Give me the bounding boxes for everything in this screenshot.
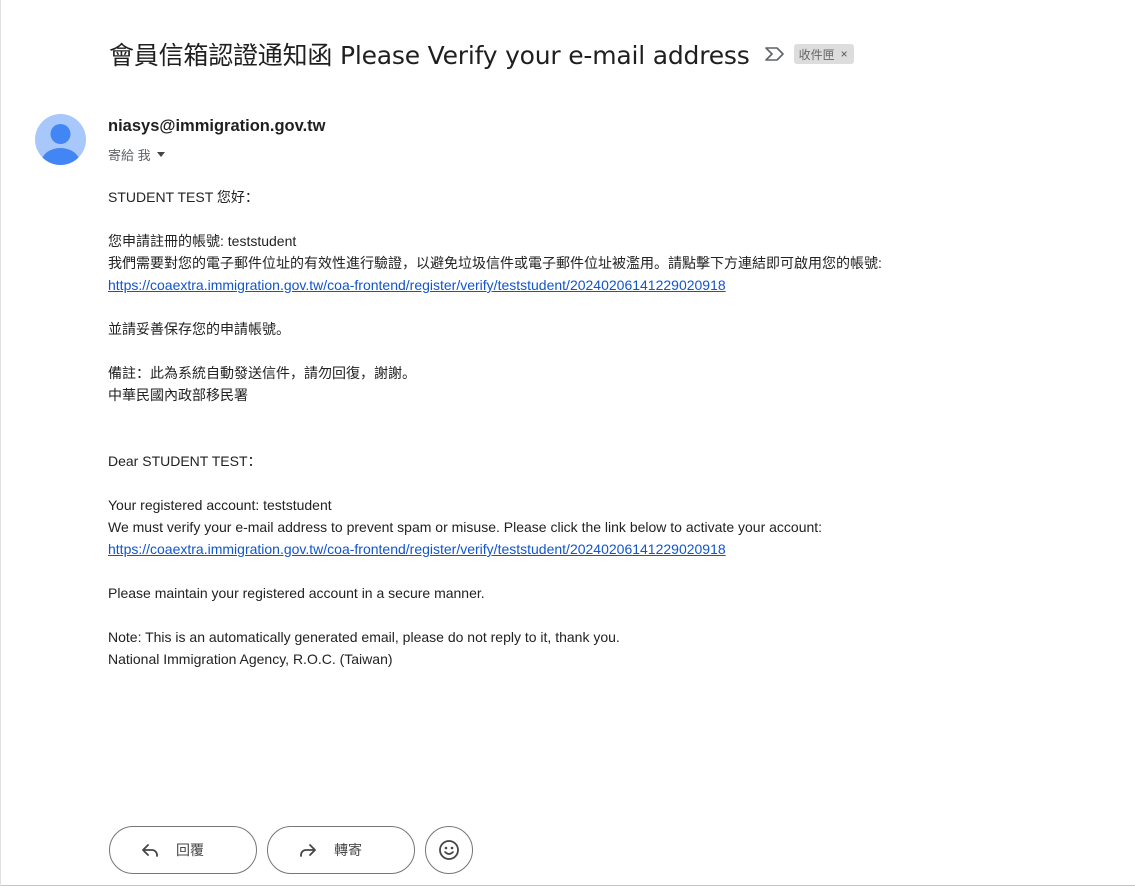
smiley-face-icon [439, 840, 459, 860]
email-subject: 會員信箱認證通知函 Please Verify your e-mail addr… [109, 41, 750, 70]
zh-keep-account-line: 並請妥善保存您的申請帳號。 [108, 321, 290, 337]
forward-arrow-icon [298, 840, 318, 860]
importance-marker-icon[interactable] [764, 45, 786, 63]
sender-avatar[interactable] [35, 114, 86, 165]
en-greeting: Dear STUDENT TEST： [108, 453, 262, 469]
inbox-label-text: 收件匣 [798, 47, 835, 62]
forward-button[interactable]: 轉寄 [267, 826, 415, 874]
recipient-text: 寄給 我 [108, 148, 151, 163]
en-organization-line: National Immigration Agency, R.O.C. (Tai… [108, 651, 393, 667]
message-actions: 回覆 轉寄 [109, 826, 473, 874]
email-view: 會員信箱認證通知函 Please Verify your e-mail addr… [0, 0, 1135, 886]
email-body: STUDENT TEST 您好： 您申請註冊的帳號: teststudent 我… [108, 186, 1128, 670]
recipient-row: 寄給 我 [108, 145, 165, 164]
en-note-line: Note: This is an automatically generated… [108, 629, 620, 645]
en-account-line: Your registered account: teststudent [108, 497, 332, 513]
emoji-reaction-button[interactable] [425, 826, 473, 874]
zh-note-line: 備註：此為系統自動發送信件，請勿回復，謝謝。 [108, 365, 416, 381]
reply-button[interactable]: 回覆 [109, 826, 257, 874]
zh-organization-line: 中華民國內政部移民署 [108, 387, 248, 403]
zh-greeting: STUDENT TEST 您好： [108, 189, 259, 205]
chevron-down-icon[interactable] [156, 152, 165, 157]
en-verify-link[interactable]: https://coaextra.immigration.gov.tw/coa-… [108, 541, 726, 557]
zh-instruction-line: 我們需要對您的電子郵件位址的有效性進行驗證，以避免垃圾信件或電子郵件位址被濫用。… [108, 255, 882, 271]
reply-arrow-icon [140, 840, 160, 860]
en-instruction-line: We must verify your e-mail address to pr… [108, 519, 823, 535]
sender-address[interactable]: niasys@immigration.gov.tw [108, 117, 326, 136]
zh-verify-link[interactable]: https://coaextra.immigration.gov.tw/coa-… [108, 277, 726, 293]
person-avatar-icon [41, 124, 80, 165]
remove-label-icon[interactable]: × [841, 47, 848, 61]
subject-row: 會員信箱認證通知函 Please Verify your e-mail addr… [109, 36, 854, 72]
inbox-label-chip: 收件匣 × [793, 44, 854, 64]
zh-account-line: 您申請註冊的帳號: teststudent [108, 233, 297, 249]
forward-button-label: 轉寄 [334, 842, 362, 858]
reply-button-label: 回覆 [176, 842, 204, 858]
en-keep-account-line: Please maintain your registered account … [108, 585, 485, 601]
